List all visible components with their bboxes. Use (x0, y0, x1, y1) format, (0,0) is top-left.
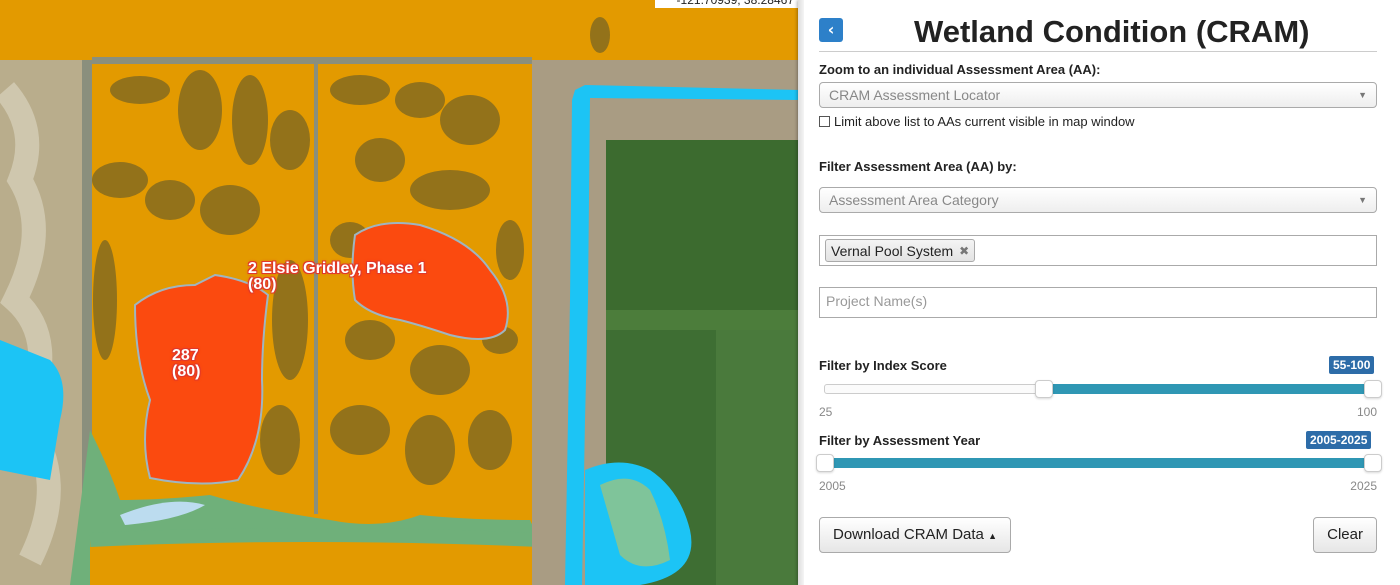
coordinate-readout: -121.70939, 38.28467 (655, 0, 800, 8)
slider-handle-high[interactable] (1364, 380, 1382, 398)
assessment-year-label: Filter by Assessment Year (819, 433, 981, 448)
assessment-locator-select[interactable]: CRAM Assessment Locator ▼ (819, 82, 1377, 108)
back-button[interactable]: ‹ (819, 18, 843, 42)
map-label-287[interactable]: 287 (80) (172, 348, 200, 380)
index-score-slider[interactable] (824, 380, 1382, 398)
index-score-min: 25 (819, 405, 833, 419)
map-label-elsie-gridley[interactable]: 2 Elsie Gridley, Phase 1 (80) (248, 261, 426, 293)
tag-vernal-pool-system: Vernal Pool System ✖ (825, 239, 976, 262)
caret-down-icon: ▼ (1358, 195, 1367, 205)
zoom-label: Zoom to an individual Assessment Area (A… (819, 62, 1101, 77)
limit-visible-checkbox[interactable] (819, 116, 830, 127)
map-label-name: 2 Elsie Gridley, Phase 1 (248, 260, 427, 277)
category-select[interactable]: Assessment Area Category ▼ (819, 187, 1377, 213)
title-divider (819, 51, 1377, 52)
caret-down-icon: ▼ (1358, 90, 1367, 100)
map-label-score: (80) (248, 276, 277, 293)
tag-label: Vernal Pool System (831, 242, 954, 259)
assessment-year-max: 2025 (1350, 479, 1377, 493)
map-label-score: (80) (172, 363, 201, 380)
download-cram-data-button[interactable]: Download CRAM Data ▲ (819, 517, 1011, 553)
index-score-max: 100 (1356, 405, 1377, 419)
slider-handle-high[interactable] (1364, 454, 1382, 472)
slider-fill (1044, 384, 1373, 394)
input-placeholder: Project Name(s) (826, 293, 928, 309)
remove-tag-icon[interactable]: ✖ (959, 244, 969, 258)
index-score-badge: 55-100 (1329, 356, 1375, 374)
project-name-input[interactable]: Project Name(s) (819, 287, 1377, 318)
assessment-year-slider[interactable] (816, 454, 1382, 472)
slider-handle-low[interactable] (1035, 380, 1054, 398)
download-button-label: Download CRAM Data (833, 526, 984, 543)
clear-button[interactable]: Clear (1313, 517, 1377, 553)
page-title: Wetland Condition (CRAM) (914, 14, 1310, 49)
map-view[interactable]: -121.70939, 38.28467 2 Elsie Gridley, Ph… (0, 0, 800, 585)
limit-visible-label: Limit above list to AAs current visible … (834, 114, 1135, 129)
index-score-label: Filter by Index Score (819, 358, 947, 373)
assessment-year-badge: 2005-2025 (1306, 431, 1372, 449)
slider-handle-low[interactable] (816, 454, 834, 472)
map-label-name: 287 (172, 347, 199, 364)
limit-visible-row: Limit above list to AAs current visible … (819, 114, 1135, 129)
select-placeholder: Assessment Area Category (829, 192, 999, 208)
assessment-year-min: 2005 (819, 479, 846, 493)
side-panel: ‹ Wetland Condition (CRAM) Zoom to an in… (804, 0, 1400, 585)
chevron-left-icon: ‹ (827, 20, 835, 39)
filter-label: Filter Assessment Area (AA) by: (819, 159, 1017, 174)
category-tag-input[interactable]: Vernal Pool System ✖ (819, 235, 1377, 266)
slider-fill (825, 458, 1373, 468)
caret-up-icon: ▲ (988, 531, 997, 541)
select-placeholder: CRAM Assessment Locator (829, 87, 1001, 103)
